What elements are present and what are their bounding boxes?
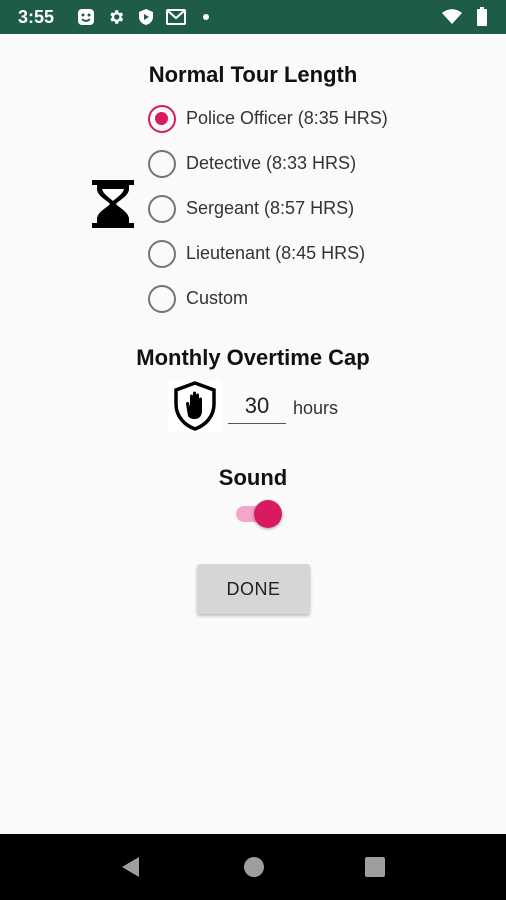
radio-lieutenant-label: Lieutenant (8:45 HRS)	[186, 243, 366, 263]
sound-toggle[interactable]	[236, 500, 284, 528]
overtime-title: Monthly Overtime Cap	[136, 345, 370, 370]
navigation-bar	[0, 834, 506, 900]
gear-icon	[106, 7, 126, 27]
radio-detective-label: Detective (8:33 HRS)	[186, 153, 357, 173]
wifi-icon	[442, 7, 462, 27]
radio-detective[interactable]: Detective (8:33 HRS)	[148, 141, 388, 186]
radio-sergeant-circle[interactable]	[148, 194, 176, 223]
face-icon	[76, 7, 96, 27]
tour-length-radio-group: Police Officer (8:35 HRS) Detective (8:3…	[148, 96, 388, 321]
radio-police-officer[interactable]: Police Officer (8:35 HRS)	[148, 96, 388, 141]
status-icons-right	[442, 7, 492, 27]
battery-icon	[472, 7, 492, 27]
mail-icon	[166, 7, 186, 27]
done-button[interactable]: DONE	[197, 564, 310, 614]
back-icon[interactable]	[118, 854, 144, 880]
status-bar: 3:55	[0, 0, 506, 34]
shield-play-icon	[136, 7, 156, 27]
sound-toggle-thumb[interactable]	[254, 500, 282, 528]
tour-length-title: Normal Tour Length	[148, 62, 358, 87]
radio-custom-label: Custom	[186, 288, 249, 308]
radio-lieutenant[interactable]: Lieutenant (8:45 HRS)	[148, 231, 388, 276]
status-icons-left	[76, 7, 216, 27]
radio-lieutenant-circle[interactable]	[148, 239, 176, 268]
radio-custom-circle[interactable]	[148, 284, 176, 313]
radio-police-officer-label: Police Officer (8:35 HRS)	[186, 108, 388, 128]
overtime-cap-input[interactable]	[228, 388, 286, 424]
radio-police-officer-circle[interactable]	[148, 104, 176, 133]
status-time: 3:55	[18, 7, 55, 27]
recents-icon[interactable]	[362, 854, 388, 880]
home-icon[interactable]	[241, 854, 267, 880]
overtime-unit-label: hours	[293, 398, 339, 418]
hourglass-icon	[92, 180, 134, 228]
radio-sergeant[interactable]: Sergeant (8:57 HRS)	[148, 186, 388, 231]
shield-hand-icon	[168, 380, 222, 432]
sound-title: Sound	[218, 465, 288, 490]
radio-sergeant-label: Sergeant (8:57 HRS)	[186, 198, 355, 218]
dot-icon	[196, 7, 216, 27]
radio-custom[interactable]: Custom	[148, 276, 388, 321]
radio-detective-circle[interactable]	[148, 149, 176, 178]
